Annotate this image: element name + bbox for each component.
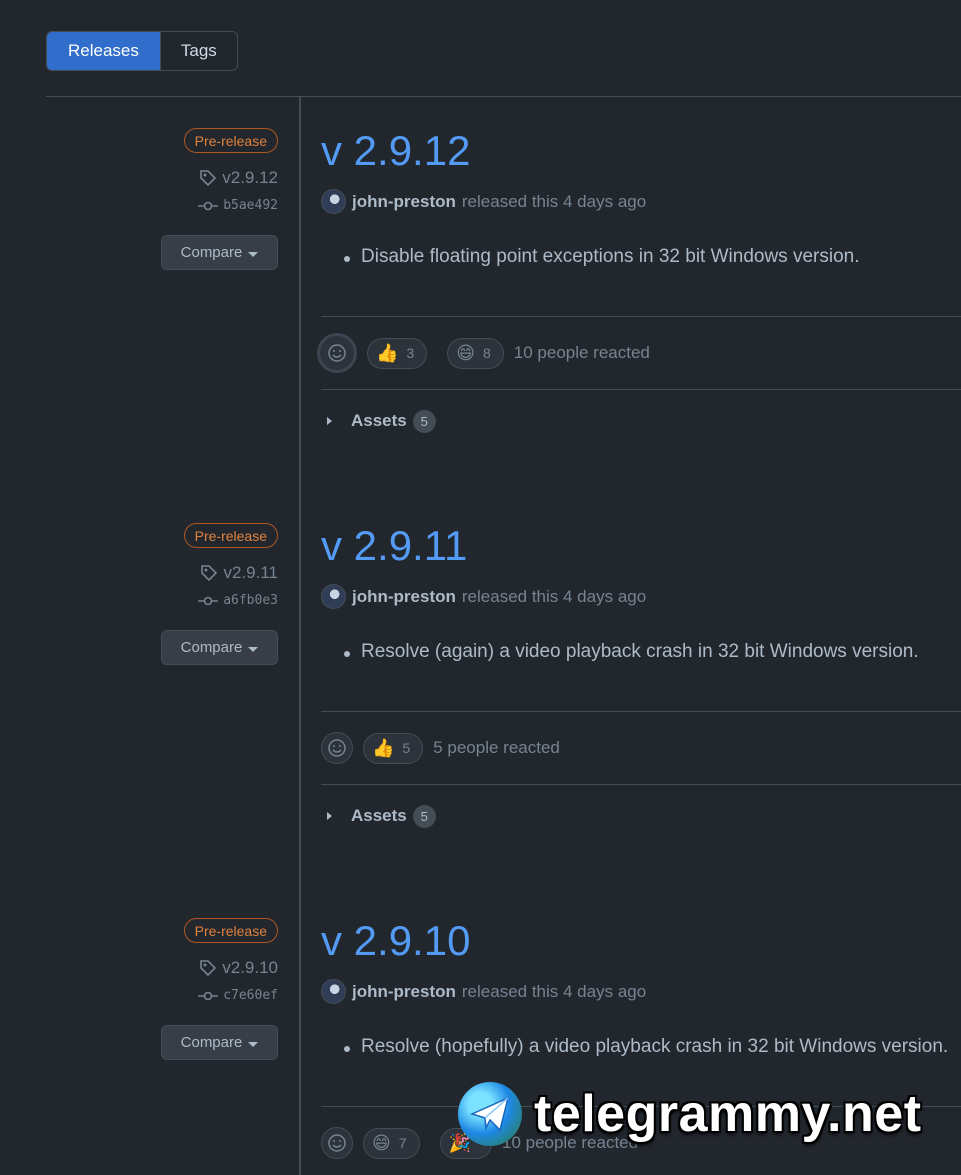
smile-icon: 😄 xyxy=(456,342,475,363)
release-body: v 2.9.12 john-preston released this 4 da… xyxy=(317,97,961,452)
chevron-down-icon xyxy=(248,1042,259,1047)
reaction-thumbs-up[interactable]: 👍 3 xyxy=(367,337,428,369)
assets-toggle[interactable]: Assets 5 xyxy=(321,390,961,452)
reaction-count: 7 xyxy=(398,1135,407,1151)
release-commit: c7e60ef xyxy=(223,988,278,1003)
release-commit-link[interactable]: c7e60ef xyxy=(198,988,278,1003)
release-byline: john-preston released this 4 days ago xyxy=(321,189,961,214)
releases-page: Releases Tags Pre-release v2.9.12 b5ae49… xyxy=(0,0,961,1175)
reaction-summary: 5 people reacted xyxy=(433,738,560,757)
triangle-right-icon xyxy=(327,417,332,425)
release-sidebar: Pre-release v2.9.10 c7e60ef Compare xyxy=(138,887,278,1060)
release-note-text: Resolve (again) a video playback crash i… xyxy=(361,641,919,662)
thumbs-up-icon: 👍 xyxy=(372,737,395,758)
smiley-icon xyxy=(328,1134,346,1152)
compare-label: Compare xyxy=(180,639,243,656)
release-tag-link[interactable]: v2.9.10 xyxy=(198,958,278,978)
add-reaction-button[interactable] xyxy=(321,732,353,764)
compare-label: Compare xyxy=(180,244,243,261)
watermark: telegrammy.net xyxy=(458,1082,922,1146)
paper-plane-globe-icon xyxy=(458,1082,522,1146)
author-link[interactable]: john-preston xyxy=(352,192,456,212)
tag-icon xyxy=(200,960,217,977)
avatar[interactable] xyxy=(321,979,346,1004)
assets-count: 5 xyxy=(412,409,436,433)
avatar[interactable] xyxy=(321,189,346,214)
release-note: Resolve (again) a video playback crash i… xyxy=(321,641,961,711)
release-entry: Pre-release v2.9.12 b5ae492 Compare v 2.… xyxy=(0,97,961,492)
assets-label: Assets xyxy=(351,806,407,825)
git-commit-icon xyxy=(198,596,219,605)
reaction-count: 8 xyxy=(482,345,491,361)
author-link[interactable]: john-preston xyxy=(352,982,456,1002)
release-sidebar: Pre-release v2.9.11 a6fb0e3 Compare xyxy=(138,492,278,665)
add-reaction-button[interactable] xyxy=(321,1127,353,1159)
git-commit-icon xyxy=(198,991,219,1000)
release-title[interactable]: v 2.9.10 xyxy=(321,915,961,967)
release-note-text: Resolve (hopefully) a video playback cra… xyxy=(361,1036,949,1057)
release-byline: john-preston released this 4 days ago xyxy=(321,979,961,1004)
release-byline: john-preston released this 4 days ago xyxy=(321,584,961,609)
reaction-thumbs-up[interactable]: 👍 5 xyxy=(363,732,424,764)
add-reaction-button[interactable] xyxy=(317,333,357,373)
reactions-bar: 👍 5 5 people reacted xyxy=(321,712,961,784)
release-commit-link[interactable]: a6fb0e3 xyxy=(198,593,278,608)
release-tag: v2.9.12 xyxy=(222,168,278,187)
reaction-count: 3 xyxy=(406,345,415,361)
release-time: released this 4 days ago xyxy=(461,191,647,211)
release-tag: v2.9.11 xyxy=(223,563,278,582)
releases-tags-tabs: Releases Tags xyxy=(46,31,238,71)
reactions-bar: 👍 3 😄 8 10 people reacted xyxy=(317,317,961,389)
compare-label: Compare xyxy=(180,1034,243,1051)
chevron-down-icon xyxy=(248,647,259,652)
tag-icon xyxy=(201,565,218,582)
reaction-smile[interactable]: 😄 8 xyxy=(447,337,504,369)
chevron-down-icon xyxy=(248,252,259,257)
tag-icon xyxy=(200,170,217,187)
release-time: released this 4 days ago xyxy=(461,981,647,1001)
release-commit-link[interactable]: b5ae492 xyxy=(198,198,278,213)
release-title[interactable]: v 2.9.12 xyxy=(321,125,961,177)
compare-button[interactable]: Compare xyxy=(161,235,278,270)
prerelease-badge: Pre-release xyxy=(183,128,278,153)
compare-button[interactable]: Compare xyxy=(161,630,278,665)
release-sidebar: Pre-release v2.9.12 b5ae492 Compare xyxy=(138,97,278,270)
release-body: v 2.9.11 john-preston released this 4 da… xyxy=(321,492,961,847)
assets-count: 5 xyxy=(412,804,436,828)
tab-tags[interactable]: Tags xyxy=(159,32,237,70)
assets-label: Assets xyxy=(351,411,407,430)
prerelease-badge: Pre-release xyxy=(183,918,278,943)
release-note-text: Disable floating point exceptions in 32 … xyxy=(361,246,860,267)
release-tag-link[interactable]: v2.9.12 xyxy=(198,168,278,188)
git-commit-icon xyxy=(198,201,219,210)
release-note: Disable floating point exceptions in 32 … xyxy=(321,246,961,316)
release-time: released this 4 days ago xyxy=(461,586,647,606)
avatar[interactable] xyxy=(321,584,346,609)
tab-releases[interactable]: Releases xyxy=(47,32,160,70)
watermark-text: telegrammy.net xyxy=(534,1085,922,1143)
compare-button[interactable]: Compare xyxy=(161,1025,278,1060)
triangle-right-icon xyxy=(327,812,332,820)
release-tag: v2.9.10 xyxy=(222,958,278,977)
smiley-icon xyxy=(328,739,346,757)
smile-icon: 😄 xyxy=(372,1132,391,1153)
reaction-summary: 10 people reacted xyxy=(513,343,650,362)
release-entry: Pre-release v2.9.11 a6fb0e3 Compare v 2.… xyxy=(0,492,961,887)
release-title[interactable]: v 2.9.11 xyxy=(321,520,961,572)
thumbs-up-icon: 👍 xyxy=(376,342,399,363)
release-commit: b5ae492 xyxy=(223,198,278,213)
release-tag-link[interactable]: v2.9.11 xyxy=(199,563,278,583)
author-link[interactable]: john-preston xyxy=(352,587,456,607)
reaction-smile[interactable]: 😄 7 xyxy=(363,1127,420,1159)
smiley-icon xyxy=(328,344,346,362)
prerelease-badge: Pre-release xyxy=(183,523,278,548)
assets-toggle[interactable]: Assets 5 xyxy=(321,785,961,847)
reaction-count: 5 xyxy=(402,740,411,756)
release-commit: a6fb0e3 xyxy=(223,593,278,608)
